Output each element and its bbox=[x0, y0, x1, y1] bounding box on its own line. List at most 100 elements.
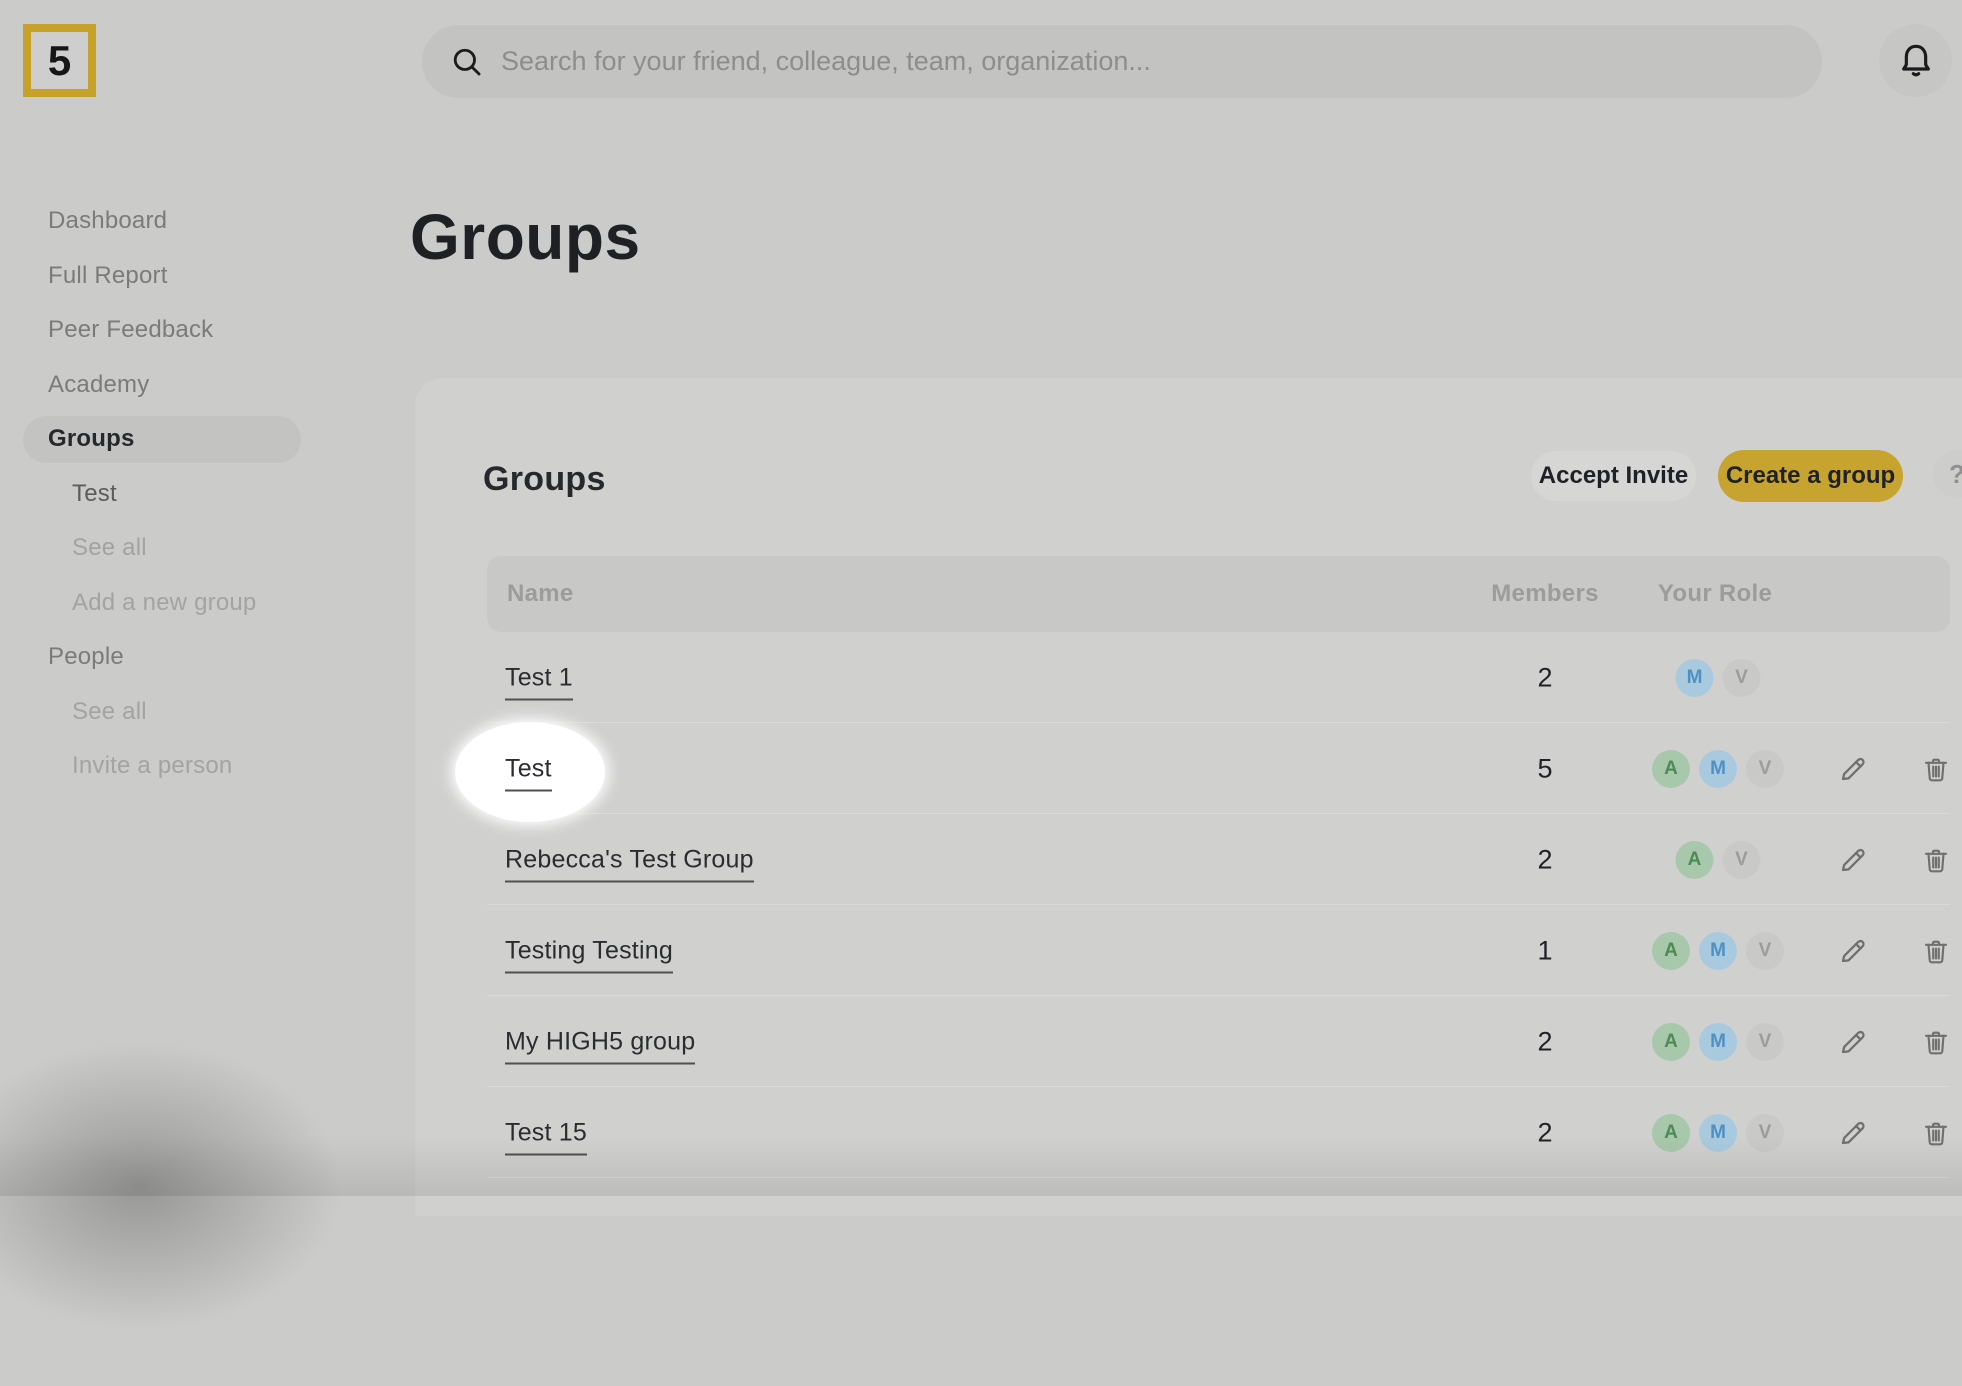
table-row-test-1: Test 1 2 MV bbox=[487, 632, 1950, 723]
delete-group-button[interactable] bbox=[1921, 935, 1951, 967]
members-count: 1 bbox=[1537, 935, 1552, 966]
edit-group-button[interactable] bbox=[1837, 844, 1869, 876]
sidebar-item-add-a-new-group[interactable]: Add a new group bbox=[23, 576, 343, 631]
sidebar-item-label: Test bbox=[72, 480, 117, 508]
global-search bbox=[422, 25, 1822, 98]
members-count: 2 bbox=[1537, 1026, 1552, 1057]
sidebar-item-label: Peer Feedback bbox=[48, 316, 213, 344]
column-header-role: Your Role bbox=[1658, 556, 1772, 632]
role-avatar-m: M bbox=[1676, 659, 1714, 697]
notifications-button[interactable] bbox=[1879, 24, 1952, 97]
trash-icon bbox=[1921, 844, 1951, 876]
trash-icon bbox=[1921, 1117, 1951, 1149]
sidebar-item-full-report[interactable]: Full Report bbox=[23, 249, 343, 304]
sidebar-item-label: Add a new group bbox=[72, 589, 256, 617]
sidebar-item-dashboard[interactable]: Dashboard bbox=[23, 194, 343, 249]
table-row-testing-testing: Testing Testing 1 AMV bbox=[487, 905, 1950, 996]
members-count: 2 bbox=[1537, 662, 1552, 693]
sidebar-item-label: People bbox=[48, 643, 124, 671]
role-avatar-m: M bbox=[1699, 1023, 1737, 1061]
sidebar-item-label: See all bbox=[72, 698, 147, 726]
trash-icon bbox=[1921, 935, 1951, 967]
group-name-link[interactable]: Rebecca's Test Group bbox=[505, 845, 754, 882]
table-row-test: Test 5 AMV bbox=[487, 723, 1950, 814]
app-logo[interactable]: 5 bbox=[23, 24, 96, 97]
sidebar-item-label: Academy bbox=[48, 371, 149, 399]
role-avatars: AMV bbox=[1652, 750, 1784, 788]
members-count: 5 bbox=[1537, 753, 1552, 784]
sidebar-item-peer-feedback[interactable]: Peer Feedback bbox=[23, 303, 343, 358]
delete-group-button[interactable] bbox=[1921, 844, 1951, 876]
sidebar-item-academy[interactable]: Academy bbox=[23, 358, 343, 413]
table-row-rebecca-s-test-group: Rebecca's Test Group 2 AV bbox=[487, 814, 1950, 905]
pencil-icon bbox=[1837, 844, 1869, 876]
role-avatar-a: A bbox=[1652, 1023, 1690, 1061]
edit-group-button[interactable] bbox=[1837, 753, 1869, 785]
table-row-my-high5-group: My HIGH5 group 2 AMV bbox=[487, 996, 1950, 1087]
role-avatar-v: V bbox=[1746, 1114, 1784, 1152]
role-avatars: AMV bbox=[1652, 1114, 1784, 1152]
sidebar-item-groups[interactable]: Groups bbox=[23, 416, 301, 463]
role-avatars: AMV bbox=[1652, 932, 1784, 970]
trash-icon bbox=[1921, 753, 1951, 785]
role-avatar-m: M bbox=[1699, 750, 1737, 788]
table-header: Name Members Your Role bbox=[487, 556, 1950, 632]
role-avatar-a: A bbox=[1652, 932, 1690, 970]
delete-group-button[interactable] bbox=[1921, 1117, 1951, 1149]
group-name-link[interactable]: Test 15 bbox=[505, 1118, 587, 1155]
page-title: Groups bbox=[410, 200, 641, 274]
group-name-link[interactable]: Test 1 bbox=[505, 663, 573, 700]
role-avatar-v: V bbox=[1746, 750, 1784, 788]
pencil-icon bbox=[1837, 753, 1869, 785]
members-count: 2 bbox=[1537, 1117, 1552, 1148]
pencil-icon bbox=[1837, 935, 1869, 967]
sidebar-item-label: Full Report bbox=[48, 262, 168, 290]
group-name-link[interactable]: Test bbox=[505, 754, 552, 791]
sidebar-item-see-all[interactable]: See all bbox=[23, 521, 343, 576]
groups-table-rows: Test 1 2 MV Test 5 AMV bbox=[487, 632, 1950, 1178]
sidebar-item-people[interactable]: People bbox=[23, 630, 343, 685]
sidebar-item-test[interactable]: Test bbox=[23, 467, 343, 522]
role-avatars: AMV bbox=[1652, 1023, 1784, 1061]
role-avatar-a: A bbox=[1676, 841, 1714, 879]
role-avatars: MV bbox=[1676, 659, 1761, 697]
search-input[interactable] bbox=[484, 25, 1822, 98]
edit-group-button[interactable] bbox=[1837, 935, 1869, 967]
pencil-icon bbox=[1837, 1026, 1869, 1058]
accept-invite-button[interactable]: Accept Invite bbox=[1531, 451, 1696, 501]
search-icon bbox=[450, 45, 484, 79]
group-name-link[interactable]: My HIGH5 group bbox=[505, 1027, 695, 1064]
sidebar-item-label: Invite a person bbox=[72, 752, 232, 780]
role-avatar-m: M bbox=[1699, 932, 1737, 970]
groups-panel: Groups Accept Invite Create a group ? Na… bbox=[415, 378, 1962, 1216]
role-avatar-v: V bbox=[1746, 932, 1784, 970]
column-header-members: Members bbox=[1491, 556, 1598, 632]
create-group-button[interactable]: Create a group bbox=[1718, 450, 1903, 502]
role-avatar-v: V bbox=[1746, 1023, 1784, 1061]
role-avatar-v: V bbox=[1723, 659, 1761, 697]
sidebar-item-invite-a-person[interactable]: Invite a person bbox=[23, 739, 343, 794]
sidebar-item-label: Groups bbox=[48, 425, 135, 453]
sidebar-item-label: See all bbox=[72, 534, 147, 562]
bottom-left-shadow bbox=[0, 986, 420, 1386]
trash-icon bbox=[1921, 1026, 1951, 1058]
role-avatar-a: A bbox=[1652, 750, 1690, 788]
delete-group-button[interactable] bbox=[1921, 753, 1951, 785]
role-avatars: AV bbox=[1676, 841, 1761, 879]
sidebar: Dashboard Full Report Peer Feedback Acad… bbox=[23, 194, 343, 794]
group-name-link[interactable]: Testing Testing bbox=[505, 936, 673, 973]
column-header-name: Name bbox=[507, 556, 574, 632]
row-divider bbox=[487, 1177, 1950, 1178]
sidebar-item-label: Dashboard bbox=[48, 207, 167, 235]
role-avatar-m: M bbox=[1699, 1114, 1737, 1152]
edit-group-button[interactable] bbox=[1837, 1117, 1869, 1149]
members-count: 2 bbox=[1537, 844, 1552, 875]
help-button[interactable]: ? bbox=[1933, 450, 1962, 498]
delete-group-button[interactable] bbox=[1921, 1026, 1951, 1058]
role-avatar-a: A bbox=[1652, 1114, 1690, 1152]
pencil-icon bbox=[1837, 1117, 1869, 1149]
sidebar-item-see-all[interactable]: See all bbox=[23, 685, 343, 740]
edit-group-button[interactable] bbox=[1837, 1026, 1869, 1058]
panel-title: Groups bbox=[483, 460, 606, 499]
table-row-test-15: Test 15 2 AMV bbox=[487, 1087, 1950, 1178]
